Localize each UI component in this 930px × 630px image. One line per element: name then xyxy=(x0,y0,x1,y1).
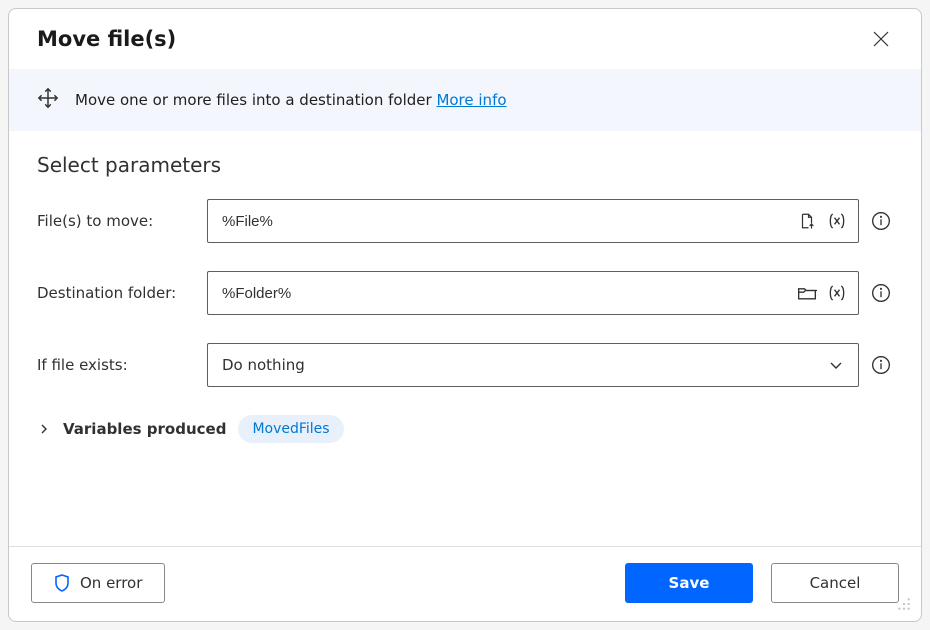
more-info-link[interactable]: More info xyxy=(436,91,506,109)
footer-actions: Save Cancel xyxy=(625,563,899,603)
files-info-button[interactable] xyxy=(869,209,893,233)
variables-produced-label: Variables produced xyxy=(63,420,226,438)
cancel-button[interactable]: Cancel xyxy=(771,563,899,603)
if-file-exists-label: If file exists: xyxy=(37,356,197,374)
variables-toggle[interactable] xyxy=(37,422,51,436)
destination-folder-label: Destination folder: xyxy=(37,284,197,302)
titlebar: Move file(s) xyxy=(9,9,921,69)
dialog-body: Select parameters File(s) to move: xyxy=(9,131,921,546)
move-files-dialog: Move file(s) Move one or more files into… xyxy=(8,8,922,622)
variable-picker-button[interactable] xyxy=(826,210,848,232)
shield-icon xyxy=(54,574,70,592)
file-picker-icon xyxy=(798,212,816,230)
pick-file-button[interactable] xyxy=(796,210,818,232)
chevron-down-icon xyxy=(828,357,844,373)
save-button[interactable]: Save xyxy=(625,563,753,603)
variable-picker-button-2[interactable] xyxy=(826,282,848,304)
destination-folder-row: Destination folder: xyxy=(37,271,893,315)
close-button[interactable] xyxy=(869,27,893,51)
close-icon xyxy=(873,31,889,47)
banner-description: Move one or more files into a destinatio… xyxy=(75,91,432,109)
destination-folder-input[interactable] xyxy=(222,285,788,302)
exists-info-button[interactable] xyxy=(869,353,893,377)
variable-icon xyxy=(827,212,847,230)
info-icon xyxy=(871,283,891,303)
banner-text: Move one or more files into a destinatio… xyxy=(75,91,507,109)
resize-grip-icon[interactable] xyxy=(897,597,911,611)
dialog-footer: On error Save Cancel xyxy=(9,546,921,621)
variables-produced-row: Variables produced MovedFiles xyxy=(37,415,893,443)
section-title: Select parameters xyxy=(37,153,893,177)
if-file-exists-select[interactable]: Do nothing xyxy=(207,343,859,387)
dialog-title: Move file(s) xyxy=(37,27,176,51)
files-to-move-input-wrap xyxy=(207,199,859,243)
on-error-label: On error xyxy=(80,574,142,592)
pick-folder-button[interactable] xyxy=(796,282,818,304)
chevron-right-icon xyxy=(39,424,49,434)
variable-pill-movedfiles[interactable]: MovedFiles xyxy=(238,415,343,443)
if-file-exists-row: If file exists: Do nothing xyxy=(37,343,893,387)
folder-icon xyxy=(797,284,817,302)
destination-folder-input-wrap xyxy=(207,271,859,315)
files-to-move-label: File(s) to move: xyxy=(37,212,197,230)
info-icon xyxy=(871,355,891,375)
files-to-move-input[interactable] xyxy=(222,213,788,230)
info-banner: Move one or more files into a destinatio… xyxy=(9,69,921,131)
if-file-exists-value: Do nothing xyxy=(222,356,305,374)
info-icon xyxy=(871,211,891,231)
move-arrows-icon xyxy=(37,87,59,113)
variable-icon xyxy=(827,284,847,302)
files-to-move-row: File(s) to move: xyxy=(37,199,893,243)
on-error-button[interactable]: On error xyxy=(31,563,165,603)
destination-info-button[interactable] xyxy=(869,281,893,305)
